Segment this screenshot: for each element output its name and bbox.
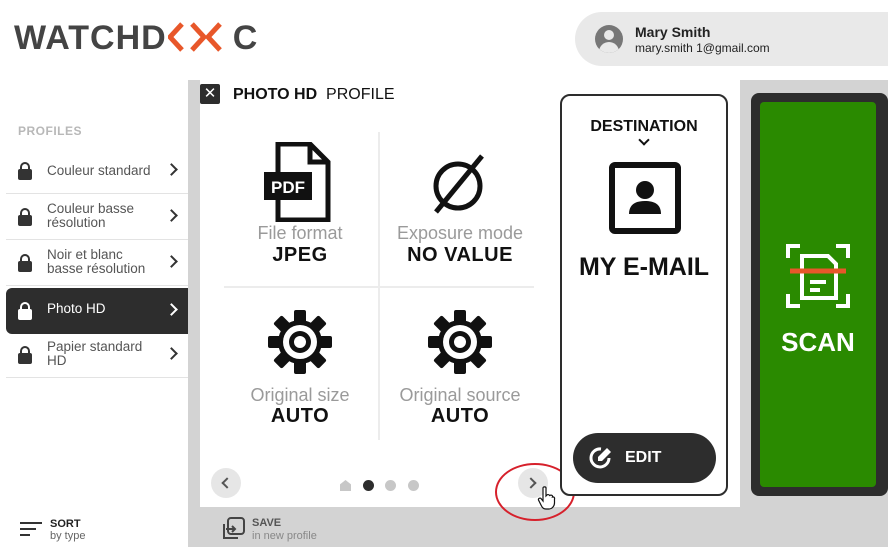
sidebar-title: PROFILES — [18, 124, 83, 138]
page-dot-2[interactable] — [363, 480, 374, 491]
logo-chevrons-icon — [166, 21, 222, 52]
chevron-left-icon — [221, 477, 233, 489]
page-dot-home[interactable] — [340, 480, 351, 491]
destination-title: DESTINATION — [590, 118, 698, 135]
sidebar-item-label: Noir et blanc basse résolution — [47, 247, 146, 276]
sort-icon — [20, 522, 42, 538]
lock-icon — [18, 254, 32, 272]
sidebar-item-photo-hd[interactable]: Photo HD — [6, 288, 188, 334]
setting-value: AUTO — [430, 405, 490, 427]
setting-original-source[interactable]: Original source AUTO — [380, 302, 540, 432]
panel-title: PHOTO HD PROFILE — [233, 86, 395, 103]
pdf-label: PDF — [271, 178, 305, 197]
chevron-right-icon — [165, 347, 178, 360]
pdf-file-icon: PDF — [264, 142, 331, 222]
chevron-right-icon — [165, 163, 178, 176]
setting-value: JPEG — [272, 244, 328, 266]
user-avatar-icon — [595, 25, 623, 53]
gear-icon — [428, 310, 492, 374]
sidebar-item-noir-et-blanc[interactable]: Noir et blanc basse résolution — [6, 240, 188, 286]
destination-card[interactable]: DESTINATION MY E-MAIL EDIT — [560, 94, 728, 496]
save-subtitle: in new profile — [252, 530, 317, 542]
chevron-right-icon — [165, 209, 178, 222]
user-card[interactable]: Mary Smith mary.smith 1@gmail.com — [575, 12, 888, 66]
user-name: Mary Smith — [635, 24, 711, 40]
setting-original-size[interactable]: Original size AUTO — [220, 302, 380, 432]
save-profile-icon — [223, 517, 245, 539]
lock-icon — [18, 302, 32, 320]
profiles-sidebar: PROFILES Couleur standard Couleur basse … — [0, 80, 188, 547]
sidebar-item-label: Papier standard HD — [47, 339, 143, 368]
chevron-right-icon — [165, 303, 178, 316]
gear-icon — [268, 310, 332, 374]
sort-subtitle: by type — [50, 530, 86, 542]
setting-exposure-mode[interactable]: Exposure mode NO VALUE — [380, 140, 540, 270]
hand-cursor-icon — [537, 486, 556, 510]
destination-label: MY E-MAIL — [578, 253, 710, 281]
setting-label: File format — [257, 223, 343, 243]
contact-card-icon — [609, 162, 681, 234]
sidebar-item-label: Couleur standard — [47, 163, 151, 178]
edit-pencil-icon — [589, 447, 611, 469]
previous-page-button[interactable] — [211, 468, 241, 498]
user-email: mary.smith 1@gmail.com — [635, 41, 770, 55]
sidebar-item-couleur-basse-resolution[interactable]: Couleur basse résolution — [6, 194, 188, 240]
edit-label: EDIT — [625, 449, 662, 466]
scan-label: SCAN — [781, 327, 855, 357]
sidebar-item-label: Photo HD — [47, 301, 106, 316]
close-button[interactable]: ✕ — [200, 84, 220, 104]
setting-label: Original size — [250, 385, 350, 405]
setting-label: Exposure mode — [396, 223, 524, 243]
setting-file-format[interactable]: PDF File format JPEG — [220, 140, 380, 270]
scan-document-icon — [786, 244, 850, 308]
setting-value: AUTO — [270, 405, 330, 427]
empty-set-icon — [433, 154, 484, 214]
scan-button-inner: SCAN — [760, 102, 876, 487]
lock-icon — [18, 346, 32, 364]
logo-text: WATCHD C — [14, 18, 259, 57]
grid-divider-horizontal — [224, 286, 534, 288]
lock-icon — [18, 162, 32, 180]
save-title: SAVE — [252, 517, 282, 529]
sidebar-item-label: Couleur basse résolution — [47, 201, 135, 230]
sidebar-item-couleur-standard[interactable]: Couleur standard — [6, 148, 188, 194]
page-dot-3[interactable] — [385, 480, 396, 491]
setting-value: NO VALUE — [407, 244, 513, 266]
sidebar-item-papier-standard-hd[interactable]: Papier standard HD — [6, 332, 188, 378]
sort-button[interactable]: SORT by type — [18, 516, 138, 546]
chevron-down-icon — [638, 134, 650, 146]
edit-destination-button[interactable]: EDIT — [573, 433, 716, 483]
app-header: WATCHD C Mary Smith mary.smith 1@gmail.co… — [0, 0, 888, 80]
lock-icon — [18, 208, 32, 226]
page-dot-4[interactable] — [408, 480, 419, 491]
chevron-right-icon — [165, 255, 178, 268]
pagination-dots — [340, 480, 430, 492]
sort-title: SORT — [50, 518, 81, 530]
save-in-new-profile-button[interactable]: SAVE in new profile — [222, 516, 362, 546]
watchdoc-logo: WATCHD C — [14, 18, 258, 58]
scan-button[interactable]: SCAN — [751, 93, 888, 496]
setting-label: Original source — [399, 385, 521, 405]
close-icon: ✕ — [203, 85, 217, 102]
